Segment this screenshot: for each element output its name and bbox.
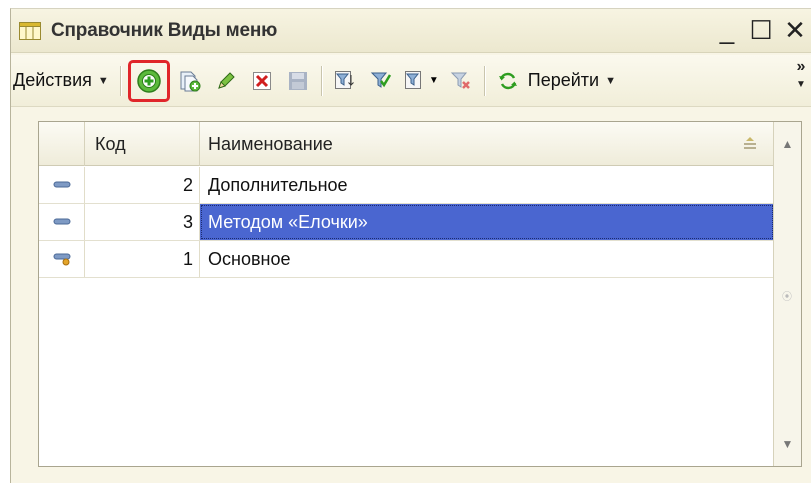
delete-button[interactable] — [244, 62, 280, 100]
toolbar-overflow-button[interactable]: » ▼ — [794, 59, 808, 93]
dropdown-arrow-icon: ▼ — [796, 79, 806, 90]
close-button[interactable]: ✕ — [778, 13, 811, 47]
filter-clear-icon — [450, 72, 470, 89]
title-bar[interactable]: Справочник Виды меню _ ☐ ✕ — [11, 9, 811, 53]
item-icon — [53, 218, 70, 225]
sort-indicator-icon — [744, 137, 756, 149]
dropdown-arrow-icon: ▼ — [428, 75, 439, 86]
dropdown-arrow-icon: ▼ — [97, 74, 109, 87]
table-row[interactable]: 1 Основное — [39, 241, 774, 278]
maximize-button[interactable]: ☐ — [744, 13, 778, 47]
add-button[interactable] — [127, 59, 170, 102]
filter-by-value-button[interactable] — [363, 62, 399, 100]
refresh-button[interactable] — [490, 62, 526, 100]
table-row[interactable]: 2 Дополнительное — [39, 167, 774, 204]
table-row[interactable]: 3 Методом «Елочки» — [39, 204, 774, 241]
overflow-chevron-icon: » — [796, 58, 806, 75]
header-code[interactable]: Код — [85, 122, 200, 166]
arrow-down-icon: ▼ — [781, 437, 794, 451]
scroll-up-button[interactable]: ▲ — [774, 124, 801, 164]
save-disabled-icon — [288, 71, 307, 90]
code-cell: 2 — [85, 167, 200, 203]
item-default-icon — [53, 253, 70, 266]
row-icon-cell — [39, 241, 85, 277]
header-name[interactable]: Наименование — [200, 122, 774, 166]
filter-by-value-icon — [370, 72, 391, 88]
toolbar-separator — [483, 65, 485, 96]
header-name-label: Наименование — [208, 133, 333, 154]
actions-menu-button[interactable]: Действия ▼ — [11, 61, 115, 101]
name-cell: Методом «Елочки» — [200, 204, 774, 240]
toolbar-separator — [119, 65, 121, 96]
name-cell: Основное — [208, 248, 291, 269]
catalog-window: Справочник Виды меню _ ☐ ✕ Действия ▼ ▼ … — [10, 8, 811, 483]
delete-icon — [252, 71, 271, 90]
code-cell: 3 — [85, 204, 200, 240]
row-icon-cell — [39, 204, 85, 240]
name-cell: Дополнительное — [208, 174, 348, 195]
filter-clear-button[interactable] — [443, 62, 479, 100]
item-icon — [53, 181, 70, 188]
goto-menu-button[interactable]: Перейти ▼ — [526, 61, 622, 101]
table-body: 2 Дополнительное 3 Методом «Елочки» 1 Ос… — [39, 167, 774, 278]
copy-icon — [180, 71, 201, 91]
toolbar: Действия ▼ ▼ Перейти ▼ » ▼ — [11, 55, 811, 107]
code-cell: 1 — [85, 241, 200, 277]
save-button[interactable] — [280, 62, 316, 100]
edit-pencil-icon — [217, 71, 235, 89]
arrow-up-icon: ▲ — [781, 137, 794, 151]
add-icon — [137, 68, 161, 93]
catalog-table[interactable]: Код Наименование 2 Дополнительное 3 Мето… — [38, 121, 802, 467]
grip-icon: ⦿ — [782, 292, 792, 303]
header-icon-column[interactable] — [39, 122, 85, 166]
vertical-scrollbar[interactable]: ▲ ⦿ ▼ — [773, 122, 801, 466]
scroll-thumb[interactable]: ⦿ — [781, 288, 793, 303]
dropdown-arrow-icon: ▼ — [605, 74, 616, 87]
refresh-icon — [498, 72, 517, 89]
filter-set-icon — [334, 70, 354, 89]
edit-button[interactable] — [208, 62, 244, 100]
catalog-table-icon — [19, 21, 41, 41]
filter-set-button[interactable] — [327, 62, 363, 100]
filter-history-button[interactable]: ▼ — [399, 62, 443, 100]
window-title: Справочник Виды меню — [51, 19, 278, 41]
toolbar-separator — [320, 65, 322, 96]
minimize-button[interactable]: _ — [710, 13, 744, 47]
table-header: Код Наименование — [39, 122, 774, 166]
actions-menu-label: Действия — [13, 70, 92, 90]
filter-history-icon — [404, 70, 421, 89]
row-icon-cell — [39, 167, 85, 203]
scroll-down-button[interactable]: ▼ — [774, 424, 801, 464]
goto-menu-label: Перейти — [527, 70, 600, 90]
copy-button[interactable] — [172, 62, 208, 100]
